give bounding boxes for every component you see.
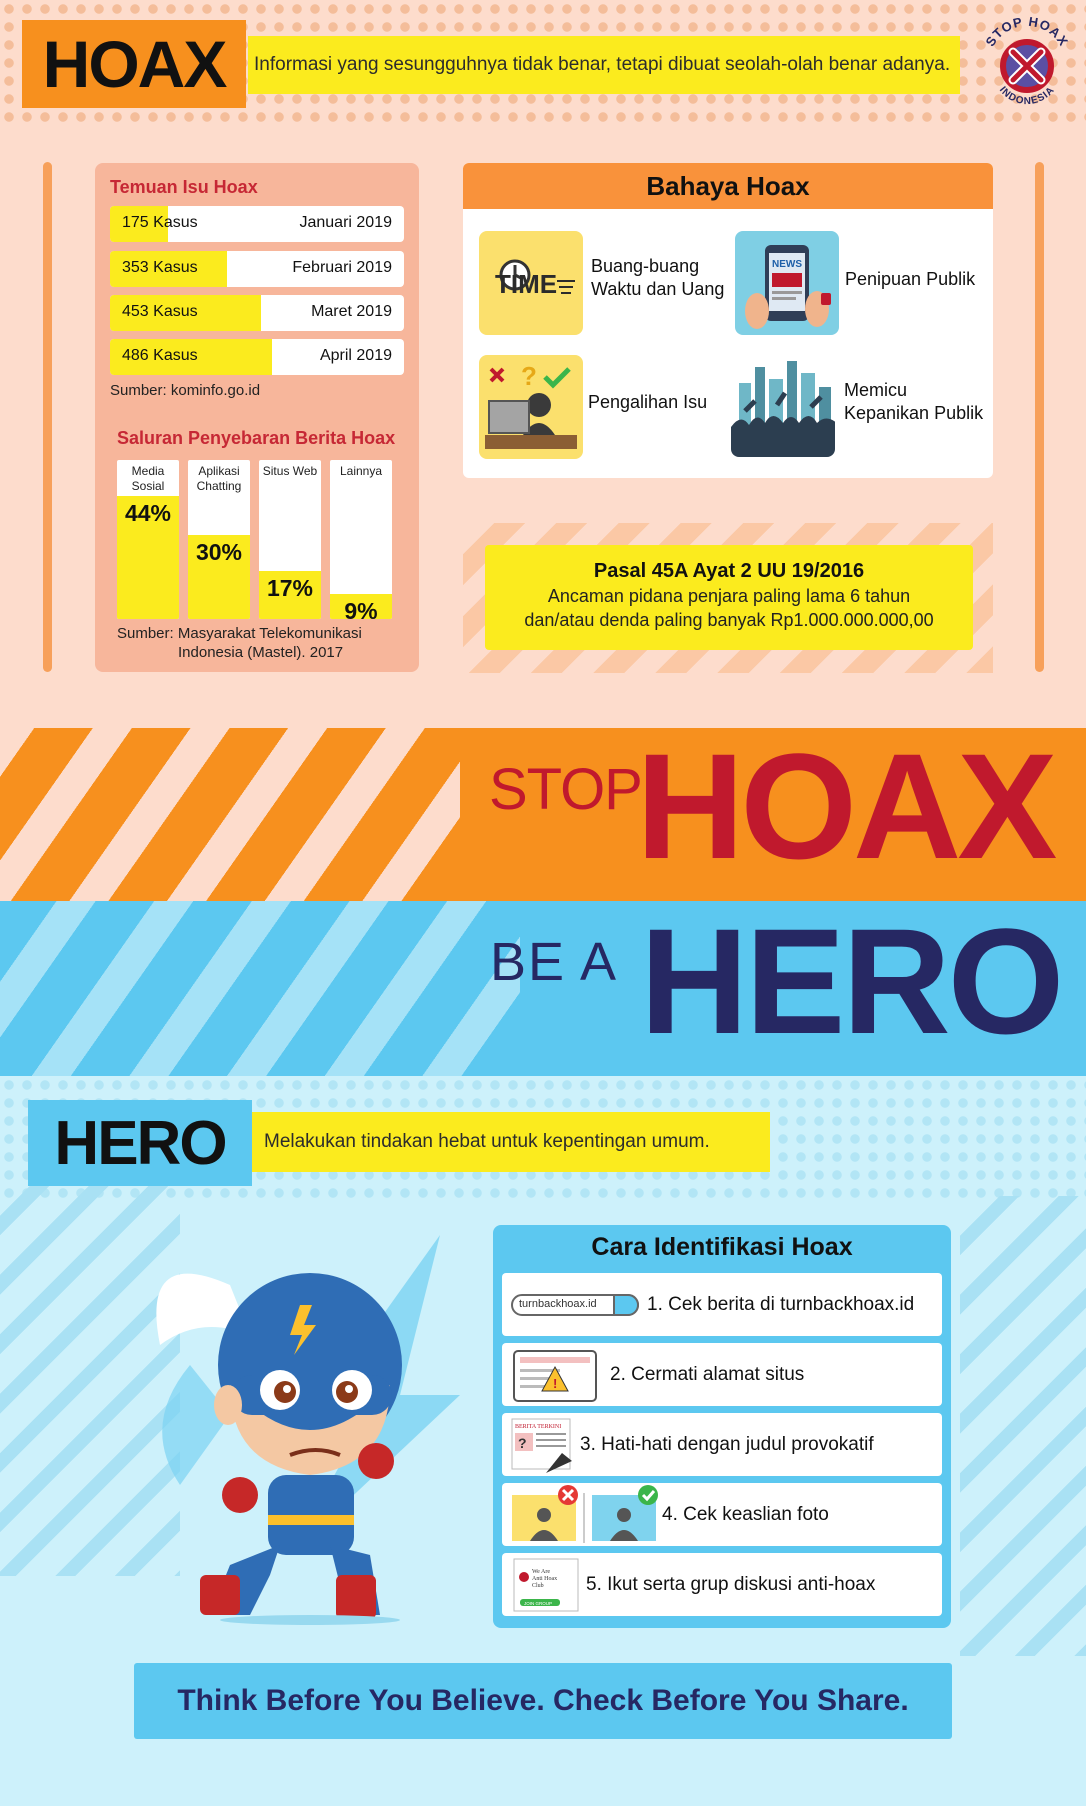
- pasal-line-1: Ancaman pidana penjara paling lama 6 tah…: [547, 586, 911, 606]
- svg-text:!: !: [553, 1376, 557, 1391]
- case-count: 453 Kasus: [122, 303, 198, 320]
- hero-big-text: HERO: [640, 901, 1064, 1065]
- cara-step-text: 4. Cek keaslian foto: [662, 1503, 829, 1525]
- cara-step-text: 3. Hati-hati dengan judul provokatif: [580, 1433, 874, 1455]
- bahaya-title: Bahaya Hoax: [463, 163, 993, 209]
- stripe-pattern: [0, 728, 460, 901]
- photo-compare-icon: [512, 1484, 658, 1543]
- case-count: 353 Kasus: [122, 259, 198, 276]
- be-a-hero-banner: BE A HERO: [0, 901, 1086, 1076]
- time-icon: TIME: [479, 231, 583, 335]
- stop-hoax-banner: STOP HOAX: [0, 728, 1086, 901]
- channel-bar: Media Sosial 44%: [117, 460, 179, 619]
- tagline-box: Think Before You Believe. Check Before Y…: [134, 1663, 952, 1739]
- channel-label: Lainnya: [339, 464, 383, 478]
- cara-step: 4. Cek keaslian foto: [502, 1483, 942, 1546]
- bahaya-item-text: Penipuan Publik: [845, 269, 976, 289]
- tagline: Think Before You Believe. Check Before Y…: [177, 1684, 909, 1717]
- hero-title-box: HERO: [28, 1100, 252, 1186]
- provocative-headline-icon: BERITA TERKINI ?: [511, 1418, 572, 1473]
- cara-step: BERITA TERKINI ? 3. Hati-hati dengan jud…: [502, 1413, 942, 1476]
- cara-identifikasi-panel: Cara Identifikasi Hoax turnbackhoax.id 1…: [493, 1225, 951, 1628]
- channel-label: Aplikasi Chatting: [196, 464, 242, 493]
- hero-definition: Melakukan tindakan hebat untuk kepenting…: [252, 1112, 770, 1172]
- hoax-title-box: HOAX: [22, 20, 246, 108]
- bahaya-panel: Bahaya Hoax TIME Buang-buang Waktu dan Ua…: [463, 163, 993, 478]
- crowd-panic-icon: [731, 353, 835, 457]
- svg-text:Anti Hoax: Anti Hoax: [532, 1576, 557, 1582]
- channel-bar: Lainnya 9%: [330, 460, 392, 619]
- temuan-source: Sumber: kominfo.go.id: [110, 382, 261, 399]
- channel-bar: Aplikasi Chatting 30%: [188, 460, 250, 619]
- temuan-title: Temuan Isu Hoax: [110, 177, 258, 197]
- hoax-title: HOAX: [42, 27, 228, 101]
- svg-text:JOIN GROUP: JOIN GROUP: [524, 1601, 552, 1606]
- svg-text:BERITA TERKINI: BERITA TERKINI: [515, 1424, 561, 1430]
- svg-text:TIME: TIME: [495, 269, 557, 299]
- cara-step-text: 5. Ikut serta grup diskusi anti-hoax: [586, 1573, 876, 1595]
- saluran-source-2: Indonesia (Mastel). 2017: [178, 644, 344, 661]
- case-count: 175 Kasus: [122, 214, 198, 231]
- news-phone-icon: NEWS: [735, 231, 839, 335]
- channel-bar: Situs Web 17%: [259, 460, 321, 619]
- cara-step: We Are Anti Hoax Club JOIN GROUP 5. Ikut…: [502, 1553, 942, 1616]
- channel-value: 17%: [266, 575, 314, 602]
- search-bar-icon: turnbackhoax.id: [511, 1293, 639, 1316]
- case-month: April 2019: [319, 347, 392, 364]
- bahaya-item-text: Memicu Kepanikan Publik: [844, 380, 984, 423]
- bahaya-item-text: Pengalihan Isu: [588, 392, 708, 412]
- svg-text:?: ?: [518, 1435, 527, 1451]
- case-month: Maret 2019: [311, 303, 392, 320]
- cara-step: ! 2. Cermati alamat situs: [502, 1343, 942, 1406]
- divider-bar-left: [43, 162, 52, 672]
- cara-step-text: 2. Cermati alamat situs: [610, 1363, 805, 1385]
- stripe-pattern: [960, 1196, 1086, 1656]
- cara-step: turnbackhoax.id 1. Cek berita di turnbac…: [502, 1273, 942, 1336]
- superhero-character-icon: [156, 1235, 460, 1625]
- stop-text: STOP: [489, 757, 643, 822]
- channel-value: 30%: [195, 539, 243, 566]
- divider-bar-right: [1035, 162, 1044, 672]
- warning-browser-icon: !: [513, 1349, 597, 1402]
- case-row: 353 Kasus Februari 2019: [110, 251, 404, 287]
- svg-text:Club: Club: [532, 1583, 544, 1589]
- channel-label: Media Sosial: [131, 464, 165, 493]
- anti-hoax-club-icon: We Are Anti Hoax Club JOIN GROUP: [513, 1558, 579, 1611]
- svg-text:NEWS: NEWS: [772, 259, 802, 270]
- pasal-line-2: dan/atau denda paling banyak Rp1.000.000…: [524, 610, 934, 630]
- case-count: 486 Kasus: [122, 347, 198, 364]
- confused-person-icon: ?: [479, 355, 583, 459]
- channel-value: 44%: [124, 500, 172, 526]
- svg-text:?: ?: [521, 361, 537, 391]
- hoax-big-text: HOAX: [636, 728, 1057, 890]
- pasal-title: Pasal 45A Ayat 2 UU 19/2016: [593, 560, 865, 582]
- cara-step-text: 1. Cek berita di turnbackhoax.id: [647, 1293, 915, 1315]
- statistics-panel: Temuan Isu Hoax 175 Kasus Januari 2019 3…: [95, 163, 419, 672]
- case-row: 453 Kasus Maret 2019: [110, 295, 404, 331]
- bahaya-item-text: Buang-buang Waktu dan Uang: [591, 256, 725, 299]
- channel-label: Situs Web: [262, 464, 318, 478]
- case-row: 486 Kasus April 2019: [110, 339, 404, 375]
- case-month: Februari 2019: [292, 259, 392, 276]
- case-row: 175 Kasus Januari 2019: [110, 206, 404, 242]
- stripe-pattern: [0, 901, 520, 1076]
- case-month: Januari 2019: [299, 214, 392, 231]
- saluran-source-1: Sumber: Masyarakat Telekomunikasi: [117, 625, 362, 642]
- svg-text:We Are: We Are: [532, 1569, 550, 1575]
- pasal-box: Pasal 45A Ayat 2 UU 19/2016 Ancaman pida…: [485, 545, 973, 650]
- hero-title: HERO: [54, 1108, 227, 1178]
- hoax-definition: Informasi yang sesungguhnya tidak benar,…: [248, 36, 960, 94]
- stop-hoax-badge-icon: STOP HOAX INDONESIA: [982, 14, 1070, 107]
- cara-title: Cara Identifikasi Hoax: [591, 1233, 853, 1261]
- channel-value: 9%: [344, 597, 378, 619]
- saluran-title: Saluran Penyebaran Berita Hoax: [117, 428, 396, 448]
- be-a-text: BE A: [490, 932, 619, 992]
